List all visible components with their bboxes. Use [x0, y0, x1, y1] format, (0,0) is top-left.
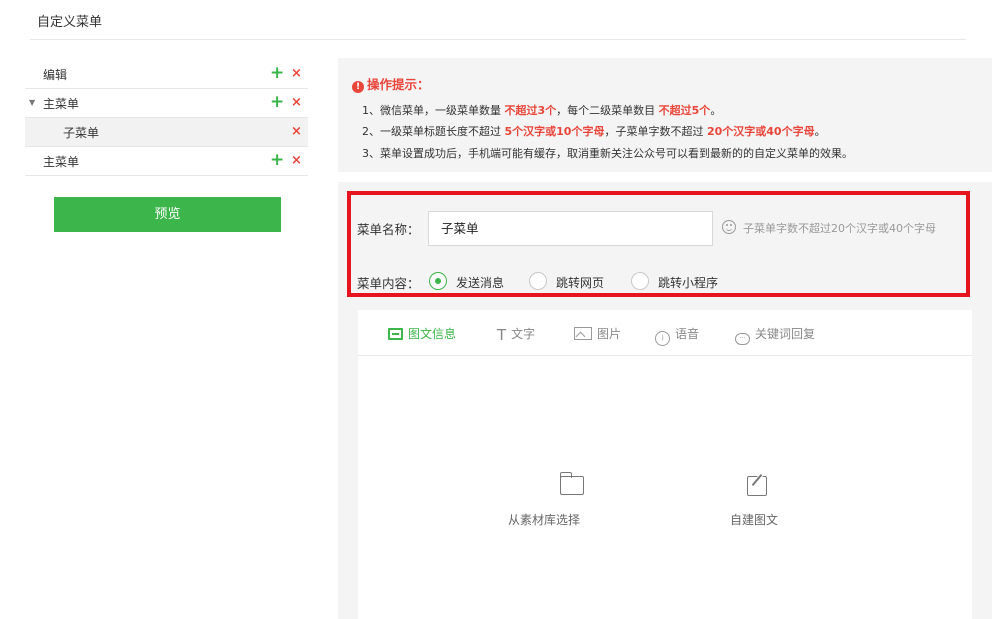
menu-item-label: 主菜单 — [43, 97, 80, 111]
alert-icon: ! — [352, 81, 364, 93]
voice-icon: ) — [655, 331, 670, 346]
tip-line-3: 3、菜单设置成功后，手机端可能有缓存，取消重新关注公众号可以看到最新的的自定义菜… — [362, 147, 853, 160]
menu-item-label: 子菜单 — [63, 126, 100, 140]
delete-icon[interactable]: × — [291, 151, 302, 171]
emoji-icon[interactable] — [722, 220, 736, 234]
chat-icon: ··· — [735, 333, 750, 345]
page-title: 自定义菜单 — [37, 15, 103, 30]
add-icon[interactable]: + — [270, 63, 284, 83]
tab-label: 语音 — [675, 327, 700, 341]
tip-text: 1、微信菜单，一级菜单数量 — [362, 104, 505, 117]
menu-item-main-1[interactable]: ▼ 主菜单 + × — [25, 89, 308, 118]
radio-jump-webpage[interactable] — [529, 272, 547, 290]
tip-text: ，子菜单字数不超过 — [604, 125, 707, 138]
tips-panel: ! 操作提示： 1、微信菜单，一级菜单数量 不超过3个，每个二级菜单数目 不超过5… — [338, 58, 992, 172]
radio-label-jump-miniprogram[interactable]: 跳转小程序 — [658, 274, 718, 291]
preview-button[interactable]: 预览 — [54, 197, 281, 232]
menu-item-edit[interactable]: 编辑 + × — [25, 60, 308, 89]
tips-heading: ! 操作提示： — [352, 74, 430, 93]
menu-item-main-2[interactable]: 主菜单 + × — [25, 147, 308, 176]
tip-emphasis: 20个汉字或40个字母 — [706, 125, 815, 138]
tab-label: 文字 — [511, 327, 536, 341]
menu-item-label: 主菜单 — [43, 155, 80, 169]
delete-icon[interactable]: × — [291, 64, 302, 84]
menu-name-hint: 子菜单字数不超过20个汉字或40个字母 — [743, 222, 936, 235]
add-icon[interactable]: + — [270, 92, 284, 112]
caret-down-icon[interactable]: ▼ — [29, 98, 35, 107]
select-from-library-button[interactable]: 从素材库选择 — [508, 511, 580, 528]
delete-icon[interactable]: × — [291, 122, 302, 142]
menu-name-input[interactable]: 子菜单 — [428, 211, 713, 246]
tip-text: ，每个二级菜单数目 — [556, 104, 659, 117]
radio-label-send-message[interactable]: 发送消息 — [456, 274, 504, 291]
menu-tree: 编辑 + × ▼ 主菜单 + × 子菜单 × 主菜单 + × — [25, 60, 308, 176]
radio-label-jump-webpage[interactable]: 跳转网页 — [556, 274, 604, 291]
tip-text: 2、一级菜单标题长度不超过 — [362, 125, 505, 138]
folder-icon[interactable] — [559, 472, 584, 495]
tip-emphasis: 5个汉字或10个字母 — [504, 125, 605, 138]
create-news-button[interactable]: 自建图文 — [730, 511, 778, 528]
tip-text: 。 — [710, 104, 722, 117]
tab-label: 图片 — [597, 327, 622, 341]
tip-line-2: 2、一级菜单标题长度不超过 5个汉字或10个字母，子菜单字数不超过 20个汉字或… — [362, 123, 826, 139]
news-icon — [388, 328, 403, 340]
tip-emphasis: 不超过5个 — [658, 104, 711, 117]
message-panel: 图文信息 T 文字 图片 ) 语音 ··· 关键词回复 从素材库选择 自建图文 — [358, 310, 972, 619]
tab-voice[interactable]: ) 语音 — [655, 325, 699, 346]
add-icon[interactable]: + — [270, 150, 284, 170]
menu-item-submenu[interactable]: 子菜单 × — [25, 118, 308, 147]
menu-content-label: 菜单内容： — [357, 276, 420, 291]
tip-emphasis: 不超过3个 — [504, 104, 557, 117]
image-icon — [574, 327, 592, 340]
delete-icon[interactable]: × — [291, 93, 302, 113]
tab-news[interactable]: 图文信息 — [388, 325, 456, 342]
tip-line-1: 1、微信菜单，一级菜单数量 不超过3个，每个二级菜单数目 不超过5个。 — [362, 102, 721, 118]
tab-label: 图文信息 — [408, 327, 457, 341]
tips-heading-text: 操作提示： — [367, 77, 430, 92]
menu-item-label: 编辑 — [43, 68, 68, 82]
edit-icon[interactable] — [747, 476, 767, 496]
tab-keyword-reply[interactable]: ··· 关键词回复 — [735, 325, 815, 345]
radio-jump-miniprogram[interactable] — [631, 272, 649, 290]
tab-label: 关键词回复 — [755, 327, 816, 341]
tab-image[interactable]: 图片 — [574, 325, 621, 342]
message-tabs: 图文信息 T 文字 图片 ) 语音 ··· 关键词回复 — [358, 310, 972, 356]
menu-name-label: 菜单名称： — [357, 222, 420, 237]
text-icon: T — [497, 326, 507, 344]
radio-send-message[interactable] — [429, 272, 447, 290]
tab-text[interactable]: T 文字 — [497, 325, 535, 344]
tip-text: 。 — [814, 125, 826, 138]
title-divider — [30, 39, 966, 40]
